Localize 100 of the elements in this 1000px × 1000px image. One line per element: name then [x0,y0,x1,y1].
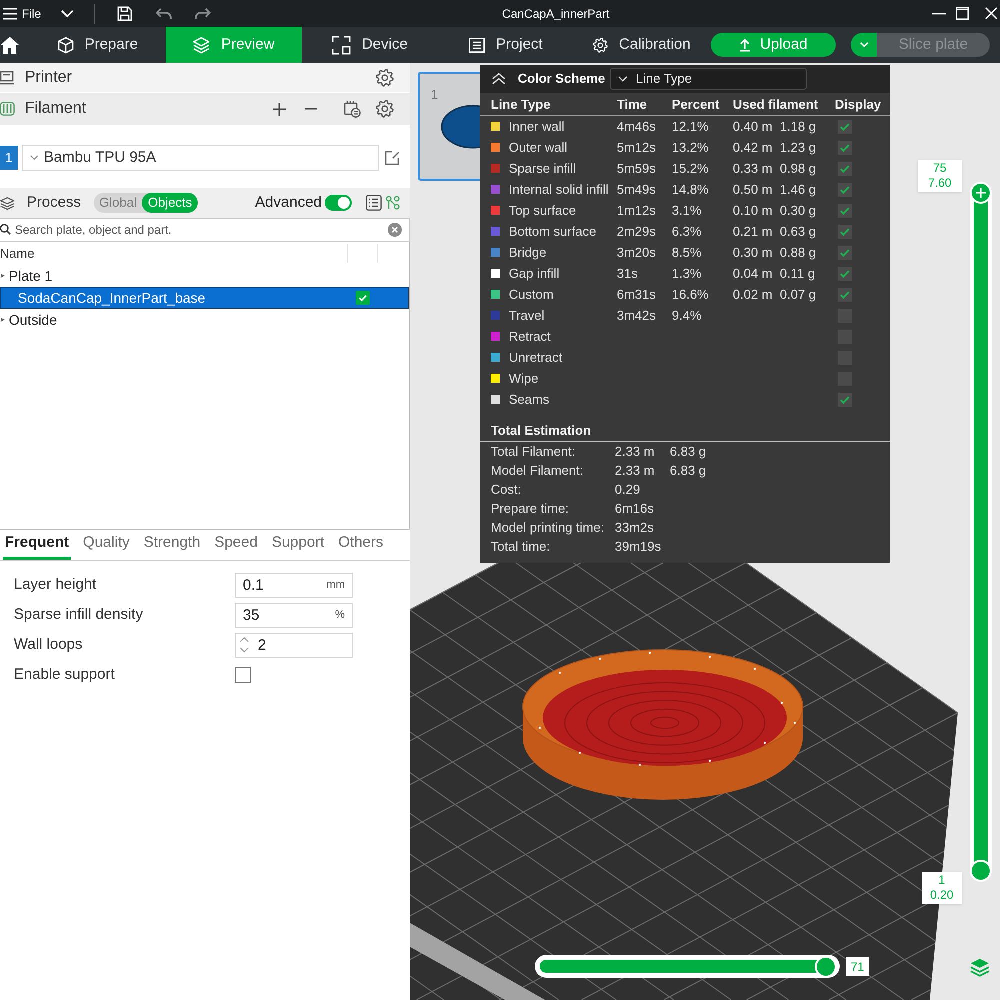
time-value: 3m20s [617,244,656,260]
length-value: 0.04 m [733,266,773,281]
display-checkbox[interactable] [838,140,852,154]
double-chevron-up-icon[interactable] [492,73,506,85]
plate-number: 1 [431,86,438,104]
length-value: 0.02 m [733,286,773,302]
layers-icon[interactable] [970,958,990,977]
weight-value: 1.23 g [780,140,816,155]
caret-right-icon [1,318,5,322]
length-value: 0.30 m [733,244,773,260]
estimate-value: 39m19s [615,538,662,554]
display-checkbox[interactable] [838,204,852,218]
layer-number: 75 [933,161,947,176]
spinner-arrows-icon[interactable] [239,636,250,654]
estimate-label: Total Filament: [491,444,576,459]
column-header: Line Type [491,97,551,112]
minus-icon[interactable] [305,108,317,110]
line-type-label: Outer wall [509,138,568,157]
printer-icon [0,70,14,84]
clear-icon[interactable] [388,223,402,237]
settings-tab[interactable]: Strength [142,530,203,560]
line-type-label: Gap infill [509,264,560,283]
filament-section-header[interactable]: Filament [0,93,410,125]
chevron-down-icon[interactable] [61,10,74,18]
line-type-label: Travel [509,306,545,325]
object-list-item[interactable]: SodaCanCap_InnerPart_base [0,287,409,309]
slider-thumb[interactable] [815,956,838,978]
column-header: Percent [672,97,720,112]
line-type-dropdown[interactable]: Line Type [610,68,807,90]
display-checkbox[interactable] [838,288,852,302]
time-value: 3m42s [617,308,656,323]
close-icon[interactable] [985,7,998,20]
time-value: 5m59s [617,160,656,176]
caret-right-icon [1,274,5,278]
list-icon[interactable] [366,195,382,211]
display-checkbox[interactable] [838,246,852,260]
display-checkbox[interactable] [838,120,852,134]
line-type-label: Bottom surface [509,222,596,241]
slider-thumb[interactable] [970,182,992,204]
home-icon[interactable] [0,36,20,54]
unit-label: mm [326,578,345,592]
minimize-icon[interactable] [932,12,946,14]
plus-icon[interactable] [273,102,286,116]
model-thumbnail-drawing [441,105,480,149]
nav-tab[interactable]: Project [438,27,574,63]
display-checkbox[interactable] [838,392,852,406]
time-value: 4m46s [617,118,656,134]
time-value: 2m29s [617,224,656,239]
edit-icon[interactable] [385,150,400,166]
settings-tab[interactable]: Frequent [3,530,72,560]
spinner-field[interactable]: 2 [235,632,353,658]
section-title: Total Estimation [491,422,592,440]
enable-support-checkbox[interactable] [235,667,251,683]
settings-tab[interactable]: Speed [212,530,260,560]
slider-thumb[interactable] [970,860,992,882]
process-section-header[interactable]: Process Global Objects Advanced [0,188,410,218]
settings-icon[interactable] [376,100,394,118]
time-value: 6m31s [617,286,656,302]
estimate-value: 2.33 m [615,462,655,478]
move-slider-track[interactable] [535,955,840,978]
column-header: Time [617,97,648,112]
time-value: 5m12s [617,140,656,155]
slice-dropdown-button[interactable] [851,33,877,57]
nav-tab[interactable]: Prepare [30,27,166,63]
length-value: 0.50 m [733,182,773,197]
layer-slider-track[interactable] [970,182,992,882]
object-list-item[interactable]: Plate 1 [0,265,409,287]
layers-icon [0,196,15,210]
estimate-label: Prepare time: [491,500,570,516]
display-checkbox[interactable] [838,266,852,280]
settings-tab[interactable]: Support [270,530,326,560]
length-value: 0.21 m [733,224,773,239]
calendar-icon[interactable] [344,100,361,118]
time-value: 31s [617,266,638,281]
frame-icon [332,36,352,54]
unit-label: % [335,608,345,622]
nav-tab[interactable]: Calibration [574,27,710,63]
display-checkbox[interactable] [838,182,852,196]
maximize-icon[interactable] [956,7,969,20]
nodes-icon[interactable] [386,196,400,210]
weight-value: 0.63 g [780,224,816,239]
advanced-switch[interactable] [325,195,352,211]
filament-select[interactable]: Bambu TPU 95A [22,145,379,171]
display-checkbox[interactable] [838,224,852,238]
redo-icon[interactable] [195,8,212,20]
file-menu-button[interactable]: File [0,0,42,27]
line-type-label: Retract [509,328,551,346]
settings-tab[interactable]: Others [336,530,386,560]
settings-tab[interactable]: Quality [81,530,132,560]
row-checkbox[interactable] [356,291,370,305]
save-icon[interactable] [117,6,134,22]
plus-icon [976,188,986,198]
search-field[interactable]: Search plate, object and part. [0,218,410,242]
printer-section-header[interactable]: Printer [0,63,410,92]
object-list-item[interactable]: Outside [0,309,409,331]
display-checkbox[interactable] [838,162,852,176]
settings-icon[interactable] [376,68,394,86]
undo-icon[interactable] [156,8,172,20]
nav-tab[interactable]: Device [302,27,438,63]
line-type-label: Unretract [509,348,562,367]
